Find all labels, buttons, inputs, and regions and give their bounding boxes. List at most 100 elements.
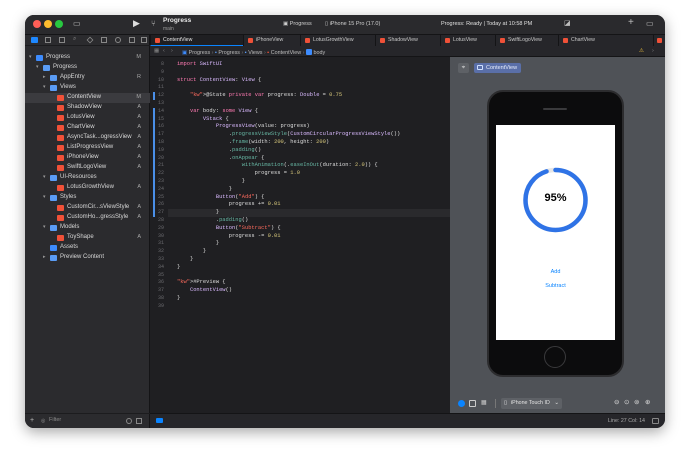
pin-icon[interactable]: ⌖: [458, 63, 469, 73]
sidebar-toggle-icon[interactable]: ▭: [73, 19, 81, 28]
tree-item-file[interactable]: CustomHo...gressStyle A: [25, 213, 150, 223]
code-line[interactable]: }: [177, 264, 180, 270]
tree-item-folder[interactable]: ▸ Preview Content: [25, 253, 150, 263]
code-line[interactable]: .progressViewStyle(CustomCircularProgres…: [177, 131, 401, 137]
tree-item-file[interactable]: ListProgressView A: [25, 143, 150, 153]
tab-chartview[interactable]: ChartView: [558, 35, 653, 46]
report-icon[interactable]: [141, 37, 147, 43]
tree-item-file[interactable]: CustomCir...sViewStyle A: [25, 203, 150, 213]
code-line[interactable]: progress += 0.01: [177, 201, 281, 207]
breakpoint-icon[interactable]: [129, 37, 135, 43]
tree-item-file[interactable]: iPhoneView A: [25, 153, 150, 163]
zoom-out-icon[interactable]: ⊖: [614, 398, 619, 406]
warning-icon[interactable]: ◪: [564, 19, 571, 27]
device-selector[interactable]: ▯ iPhone 15 Pro (17.0): [325, 21, 380, 27]
tab-iphoneview[interactable]: iPhoneView: [243, 35, 300, 46]
code-line[interactable]: var body: some View {: [177, 108, 258, 114]
inspector-toggle-icon[interactable]: ▭: [646, 19, 654, 28]
tree-item-file[interactable]: ToyShape A: [25, 233, 150, 243]
folder-icon[interactable]: [31, 37, 38, 43]
source-control-filter-icon[interactable]: [136, 418, 142, 424]
tree-item-file[interactable]: ChartView A: [25, 123, 150, 133]
tree-item-file[interactable]: LotusView A: [25, 113, 150, 123]
chevron-down-icon[interactable]: ▾: [43, 224, 46, 230]
chevron-right-icon[interactable]: ▸: [43, 254, 46, 260]
warning-icon[interactable]: ⚠: [639, 48, 644, 54]
minimize-window-button[interactable]: [44, 20, 52, 28]
code-line[interactable]: import SwiftUI: [177, 61, 222, 67]
code-line[interactable]: .padding(): [177, 217, 248, 223]
breadcrumb-item[interactable]: ContentView: [271, 50, 301, 56]
tab-lotusgrowthview[interactable]: LotusGrowthView: [300, 35, 375, 46]
filter-input[interactable]: Filter: [49, 417, 61, 423]
tree-item-folder[interactable]: ▾ UI-Resources: [25, 173, 150, 183]
chevron-right-icon[interactable]: ›: [652, 48, 654, 54]
tree-item-assets[interactable]: Assets: [25, 243, 150, 253]
code-line[interactable]: ProgressView(value: progress): [177, 123, 310, 129]
zoom-in-icon[interactable]: ⊕: [645, 398, 650, 406]
test-icon[interactable]: [101, 37, 107, 43]
live-mode-icon[interactable]: [458, 400, 465, 407]
code-line[interactable]: withAnimation(.easeInOut(duration: 2.0))…: [177, 162, 378, 168]
add-library-button[interactable]: +: [628, 17, 634, 28]
breadcrumb-item[interactable]: Progress: [189, 50, 211, 56]
tree-item-file[interactable]: AsyncTask...ogressView A: [25, 133, 150, 143]
forward-icon[interactable]: ›: [171, 48, 173, 54]
scheme-selector[interactable]: ▣ Progress: [283, 21, 312, 27]
subtract-button[interactable]: Subtract: [496, 283, 615, 289]
grid-icon[interactable]: ▦: [154, 48, 159, 54]
chevron-down-icon[interactable]: ▾: [43, 194, 46, 200]
chevron-down-icon[interactable]: ▾: [43, 174, 46, 180]
chevron-down-icon[interactable]: ▾: [29, 54, 32, 60]
zoom-actual-icon[interactable]: ⊙: [624, 398, 629, 406]
source-control-icon[interactable]: [45, 37, 51, 43]
code-line[interactable]: }: [177, 248, 206, 254]
back-icon[interactable]: ‹: [163, 48, 165, 54]
close-window-button[interactable]: [33, 20, 41, 28]
code-line[interactable]: }: [177, 295, 180, 301]
run-button[interactable]: ▶: [133, 18, 140, 29]
device-menu[interactable]: ▯ iPhone Touch ID ⌄: [501, 398, 562, 409]
debug-icon[interactable]: [115, 37, 121, 43]
tree-item-file[interactable]: LotusGrowthView A: [25, 183, 150, 193]
selectable-mode-icon[interactable]: [469, 400, 476, 407]
tab-shadowview[interactable]: ShadowView: [375, 35, 440, 46]
zoom-fit-icon[interactable]: ⊚: [634, 398, 639, 406]
breadcrumb-item[interactable]: Views: [248, 50, 262, 56]
tree-item-group[interactable]: ▾ Progress: [25, 63, 150, 73]
zoom-window-button[interactable]: [55, 20, 63, 28]
tab-contentview[interactable]: ContentView: [150, 35, 243, 46]
code-editor[interactable]: 8 import SwiftUI 9 10 struct ContentView: Vi…: [150, 57, 450, 413]
tab-lotusview[interactable]: LotusView: [440, 35, 495, 46]
code-line[interactable]: "kw">@State private var progress: Double…: [177, 92, 342, 98]
chevron-down-icon[interactable]: ▾: [43, 84, 46, 90]
tree-item-folder[interactable]: ▾ Models: [25, 223, 150, 233]
code-line[interactable]: Button("Subtract") {: [177, 225, 281, 231]
tree-item-file[interactable]: SwiftLogoView A: [25, 163, 150, 173]
code-line[interactable]: }: [177, 256, 193, 262]
code-line[interactable]: ContentView(): [177, 287, 232, 293]
inspector-icon[interactable]: [652, 418, 659, 424]
tree-item-folder[interactable]: ▸ AppEntry R: [25, 73, 150, 83]
code-line[interactable]: VStack {: [177, 116, 229, 122]
chevron-down-icon[interactable]: ▾: [36, 64, 39, 70]
add-button[interactable]: Add: [496, 269, 615, 275]
symbol-icon[interactable]: [59, 37, 65, 43]
debug-area-toggle-icon[interactable]: [156, 418, 163, 423]
tree-item-folder[interactable]: ▾ Styles: [25, 193, 150, 203]
tab-overflow-button[interactable]: [653, 35, 665, 46]
code-line[interactable]: "kw">#Preview {: [177, 279, 226, 285]
code-line[interactable]: }: [177, 209, 219, 215]
find-icon[interactable]: ⌕: [73, 36, 76, 43]
tree-item-file[interactable]: ShadowView A: [25, 103, 150, 113]
code-line[interactable]: .onAppear {: [177, 155, 265, 161]
breadcrumb-item[interactable]: body: [313, 50, 325, 56]
chevron-right-icon[interactable]: ▸: [43, 74, 46, 80]
add-icon[interactable]: +: [30, 417, 34, 424]
code-line[interactable]: Button("Add") {: [177, 194, 265, 200]
code-line[interactable]: .frame(width: 200, height: 200): [177, 139, 329, 145]
tree-item-folder[interactable]: ▾ Views: [25, 83, 150, 93]
recent-files-icon[interactable]: [126, 418, 132, 424]
tree-item-file[interactable]: ContentView M: [25, 93, 150, 103]
issue-icon[interactable]: [86, 36, 94, 44]
